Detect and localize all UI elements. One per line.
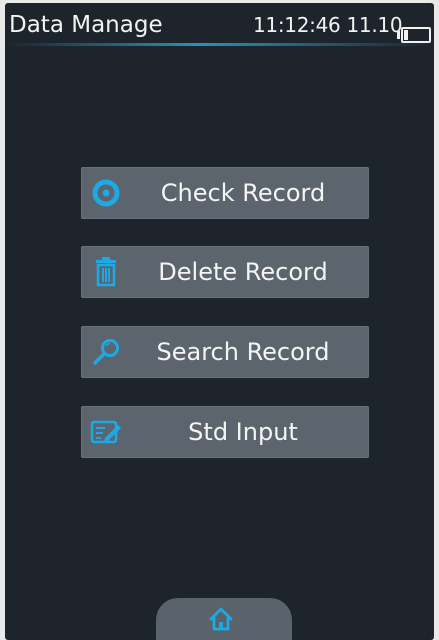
page-title: Data Manage (9, 12, 163, 38)
status-header: Data Manage 11:12:46 11.10 (5, 3, 434, 43)
delete-record-label: Delete Record (158, 258, 328, 286)
battery-icon (397, 27, 431, 43)
header-divider (5, 43, 434, 46)
home-button[interactable] (156, 598, 292, 640)
delete-record-button[interactable]: Delete Record (81, 246, 369, 298)
std-input-label: Std Input (188, 418, 298, 446)
search-icon (93, 339, 119, 365)
std-input-button[interactable]: Std Input (81, 406, 369, 458)
home-icon (209, 607, 233, 631)
eye-icon (92, 179, 120, 207)
clock-date: 11:12:46 11.10 (253, 13, 403, 37)
search-record-label: Search Record (156, 338, 330, 366)
trash-icon (96, 257, 116, 287)
search-record-button[interactable]: Search Record (81, 326, 369, 378)
device-screen: Data Manage 11:12:46 11.10 Check Record … (5, 3, 434, 640)
edit-icon (90, 420, 121, 444)
check-record-button[interactable]: Check Record (81, 167, 369, 219)
check-record-label: Check Record (160, 179, 326, 207)
